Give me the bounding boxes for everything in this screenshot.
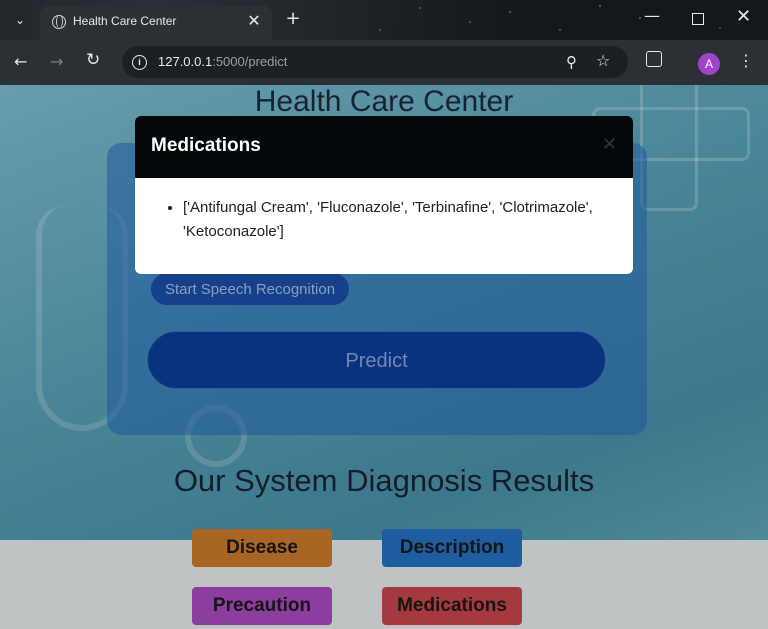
list-item: ['Antifungal Cream', 'Fluconazole', 'Ter… — [183, 196, 603, 244]
address-bar[interactable]: i 127.0.0.1:5000/predict ⚲ ☆ — [122, 46, 628, 78]
minimize-button[interactable]: — — [644, 6, 660, 25]
back-arrow-icon[interactable]: ← — [14, 52, 27, 71]
medications-modal: Medications ✕ ['Antifungal Cream', 'Fluc… — [135, 116, 633, 274]
extensions-icon[interactable] — [646, 51, 662, 67]
profile-avatar[interactable]: A — [698, 53, 720, 75]
reload-icon[interactable]: ↻ — [86, 50, 100, 70]
modal-close-icon[interactable]: ✕ — [602, 134, 617, 155]
bookmark-star-icon[interactable]: ☆ — [596, 51, 610, 70]
zoom-icon[interactable]: ⚲ — [566, 53, 577, 71]
tab-close-icon[interactable]: ✕ — [244, 11, 264, 30]
new-tab-button[interactable]: + — [283, 8, 303, 29]
window-close-button[interactable]: ✕ — [736, 6, 751, 27]
tab-title: Health Care Center — [73, 14, 177, 28]
tab-search-button[interactable]: ⌄ — [8, 9, 32, 31]
site-info-icon[interactable]: i — [132, 55, 147, 70]
globe-icon — [52, 15, 66, 29]
medications-list: ['Antifungal Cream', 'Fluconazole', 'Ter… — [165, 196, 603, 244]
forward-arrow-icon[interactable]: → — [50, 52, 63, 71]
browser-titlebar: ⌄ Health Care Center ✕ + — ✕ — [0, 0, 768, 40]
modal-title: Medications — [151, 135, 261, 156]
url-text[interactable]: 127.0.0.1:5000/predict — [158, 54, 287, 69]
browser-toolbar: ← → ↻ i 127.0.0.1:5000/predict ⚲ ☆ A ⋮ — [0, 40, 768, 85]
modal-header: Medications ✕ — [135, 116, 633, 178]
browser-tab[interactable]: Health Care Center ✕ — [40, 6, 272, 40]
more-menu-icon[interactable]: ⋮ — [738, 51, 754, 70]
maximize-button[interactable] — [692, 13, 704, 25]
